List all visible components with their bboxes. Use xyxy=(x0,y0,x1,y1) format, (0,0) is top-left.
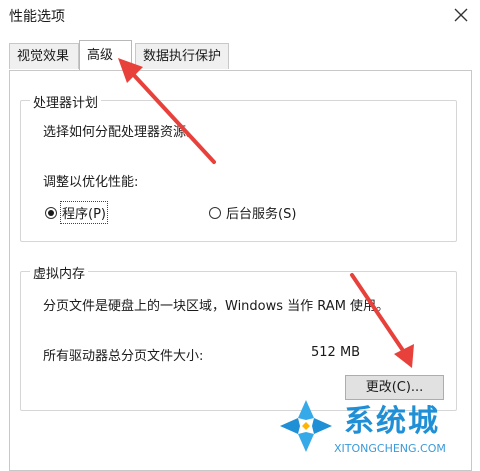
virtual-memory-description: 分页文件是硬盘上的一块区域，Windows 当作 RAM 使用。 xyxy=(43,299,390,314)
virtual-memory-group: 虚拟内存 分页文件是硬盘上的一块区域，Windows 当作 RAM 使用。 所有… xyxy=(20,263,457,411)
title-bar: 性能选项 xyxy=(0,0,480,30)
radio-background-services-indicator[interactable] xyxy=(209,206,221,219)
watermark-cn-text: 系统城 xyxy=(344,404,440,439)
processor-description: 选择如何分配处理器资源。 xyxy=(43,125,200,140)
window-title: 性能选项 xyxy=(9,9,65,25)
close-button[interactable] xyxy=(448,2,474,28)
total-paging-file-label: 所有驱动器总分页文件大小: xyxy=(43,349,204,364)
total-paging-file-value: 512 MB xyxy=(311,345,361,360)
processor-scheduling-group: 处理器计划 选择如何分配处理器资源。 调整以优化性能: 程序(P) 后台服务(S… xyxy=(20,92,457,242)
tab-advanced[interactable]: 高级 xyxy=(79,40,132,70)
radio-programs[interactable]: 程序(P) xyxy=(45,201,108,224)
watermark-logo-icon xyxy=(280,400,332,452)
radio-background-services[interactable]: 后台服务(S) xyxy=(209,202,297,223)
tab-visual-effects[interactable]: 视觉效果 xyxy=(9,43,79,69)
watermark: 系统城 XITONGCHENG.COM xyxy=(262,398,474,464)
watermark-en-text: XITONGCHENG.COM xyxy=(334,442,446,455)
adjust-performance-label: 调整以优化性能: xyxy=(43,175,139,190)
virtual-memory-legend: 虚拟内存 xyxy=(30,263,89,282)
processor-scheduling-legend: 处理器计划 xyxy=(30,92,102,111)
radio-programs-label[interactable]: 程序(P) xyxy=(60,201,108,224)
radio-background-services-label[interactable]: 后台服务(S) xyxy=(225,202,297,223)
radio-programs-indicator[interactable] xyxy=(45,206,57,219)
tab-data-execution-prevention[interactable]: 数据执行保护 xyxy=(135,43,229,69)
close-icon xyxy=(454,8,468,22)
